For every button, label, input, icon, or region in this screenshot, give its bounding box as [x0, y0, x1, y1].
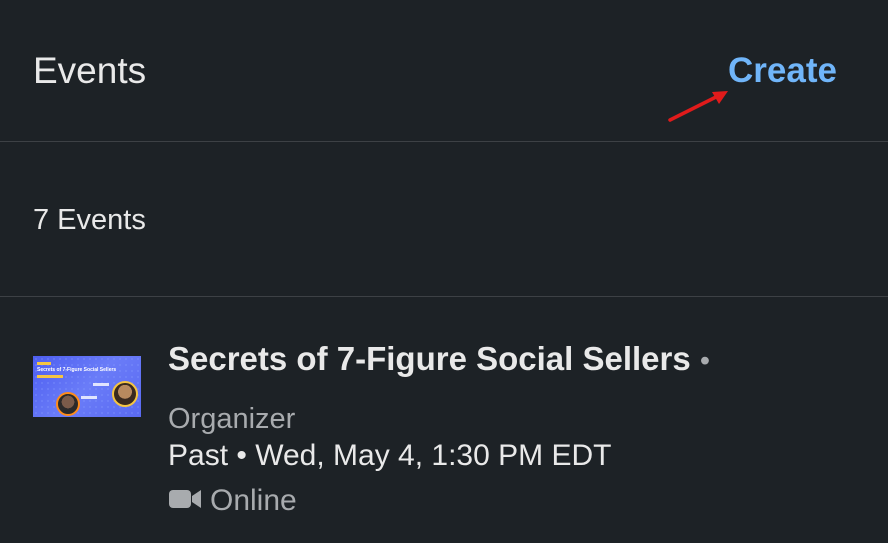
video-camera-icon [169, 490, 201, 509]
page-title: Events [33, 50, 147, 91]
events-header: Events Create [0, 0, 888, 142]
events-count: 7 Events [33, 204, 146, 236]
event-title[interactable]: Secrets of 7-Figure Social Sellers [168, 340, 691, 377]
thumbnail-speaker-name [93, 383, 109, 386]
event-time: Past • Wed, May 4, 1:30 PM EDT [168, 439, 612, 472]
event-thumbnail[interactable]: Secrets of 7-Figure Social Sellers [33, 356, 141, 417]
event-list-item[interactable]: Secrets of 7-Figure Social Sellers Secre… [0, 297, 888, 543]
event-role: Organizer [168, 403, 296, 435]
thumbnail-tag [37, 362, 51, 365]
events-count-section: 7 Events [0, 142, 888, 297]
events-page: Events Create 7 Events Secrets of 7-Figu… [0, 0, 888, 543]
annotation-arrow [668, 91, 728, 122]
speaker-avatar [112, 381, 138, 407]
thumbnail-speaker-name [81, 396, 97, 399]
event-location: Online [168, 483, 297, 519]
event-role-separator: • [699, 345, 711, 377]
event-title-block[interactable]: Secrets of 7-Figure Social Sellers • Org… [168, 331, 768, 447]
speaker-avatar [56, 392, 80, 416]
event-location-label: Online [210, 484, 297, 517]
create-event-button[interactable]: Create [728, 50, 837, 92]
thumbnail-title: Secrets of 7-Figure Social Sellers [37, 367, 117, 373]
thumbnail-date-bar [37, 375, 63, 378]
